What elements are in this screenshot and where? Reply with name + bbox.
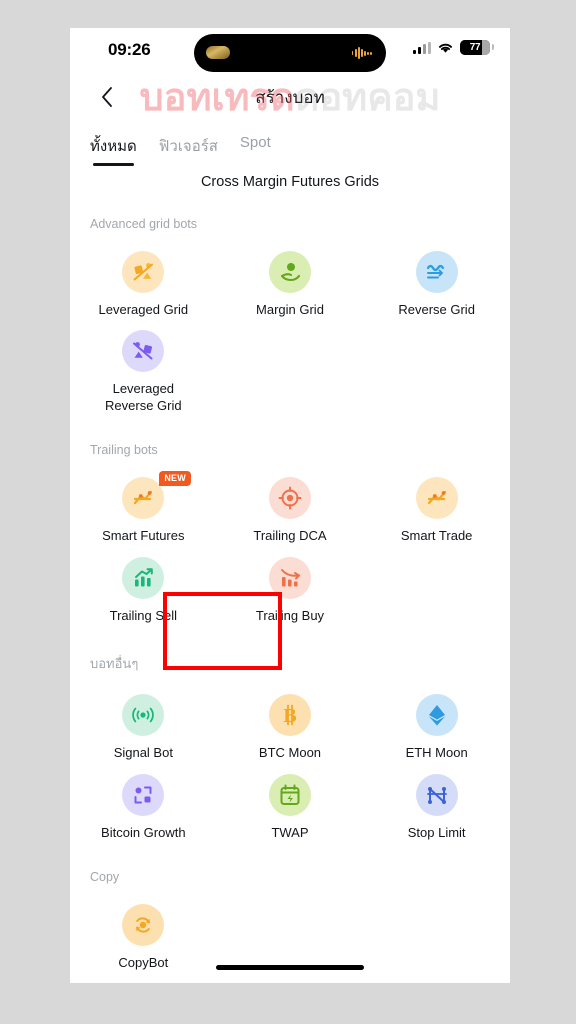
chevron-left-icon [102,87,112,107]
hand-coin-icon [268,250,311,293]
status-time: 09:26 [108,40,151,59]
bitcoin-icon: B [268,694,311,737]
section-label-trailing-bots: Trailing bots [90,443,158,458]
bot-label: Margin Grid [256,301,324,317]
grid-copy: CopyBot [70,884,510,976]
bot-label: ETH Moon [405,745,468,761]
bot-label: Trailing Sell [109,608,178,624]
status-bar: 09:26 77 [70,28,510,74]
section-label-other-bots: บอทอื่นๆ [90,656,139,672]
wave-down-icon [415,250,458,293]
bot-label: Smart Trade [400,528,473,544]
bot-label: Bitcoin Growth [101,824,186,840]
bot-item-trailing-sell[interactable]: Trailing Sell [70,549,217,629]
battery-level: 77 [469,42,481,53]
bot-item-margin-grid[interactable]: Margin Grid [217,243,364,323]
grid-other-bots: Signal Bot B BTC Moon ETH Moon Bitcoin G… [70,674,510,846]
home-indicator[interactable] [216,964,364,970]
bot-item-smart-futures[interactable]: NEW Smart Futures [70,469,217,549]
signal-broadcast-icon [122,694,165,737]
svg-text:B: B [283,705,296,727]
bot-label: Stop Limit [407,824,466,840]
bot-label: Trailing Buy [255,608,325,624]
section-label-advanced-grid-bots: Advanced grid bots [90,216,198,231]
status-indicators: 77 [413,40,494,55]
bot-label: Trailing DCA [253,528,327,544]
tab-spot[interactable]: Spot [240,134,271,160]
bot-label: Smart Futures [102,528,185,544]
new-badge: NEW [159,471,191,486]
bot-item-trailing-buy[interactable]: Trailing Buy [217,549,364,629]
audio-wave-icon [351,47,372,59]
target-icon [268,477,311,520]
bot-label: CopyBot [118,954,169,970]
network-nodes-icon [415,773,458,816]
scale-balance-icon [122,250,165,293]
bot-label: BTC Moon [258,745,322,761]
bot-label: Leveraged Reverse Grid [105,381,182,414]
wifi-icon [438,43,453,53]
bot-item-btc-moon[interactable]: B BTC Moon [217,686,364,766]
bot-label: Signal Bot [113,745,173,761]
grid-trailing-bots: NEW Smart Futures Trailing DCA Smart Tra… [70,457,510,629]
trend-node-icon [122,477,165,520]
tab-bar: ทั้งหมด ฟิวเจอร์ส Spot [70,120,510,167]
scale-balance-icon [122,330,165,373]
back-button[interactable] [90,80,124,114]
bar-chart-down-icon [268,557,311,600]
trend-node-icon [415,477,458,520]
ethereum-icon [415,694,458,737]
copy-refresh-icon [122,903,165,946]
bot-item-smart-trade[interactable]: Smart Trade [363,469,510,549]
bot-item-stop-limit[interactable]: Stop Limit [363,766,510,846]
dynamic-island [194,34,386,72]
bot-item-leveraged-grid[interactable]: Leveraged Grid [70,243,217,323]
bot-label: Reverse Grid [398,301,475,317]
bot-label: Leveraged Grid [98,301,189,317]
bot-label: TWAP [271,824,309,840]
bot-item-signal-bot[interactable]: Signal Bot [70,686,217,766]
phone-screen: 09:26 77 บอทเทรดดอทคอม สร้างบอท ทั้งหมด … [70,28,510,983]
bot-item-eth-moon[interactable]: ETH Moon [363,686,510,766]
dynamic-island-pill-icon [206,46,230,59]
calendar-bolt-icon [268,773,311,816]
bot-item-trailing-dca[interactable]: Trailing DCA [217,469,364,549]
grid-advanced-grid-bots: Leveraged Grid Margin Grid Reverse Grid … [70,231,510,420]
cellular-signal-icon [413,41,431,54]
section-label-copy: Copy [90,869,120,884]
page-title: สร้างบอท [255,87,325,107]
bot-item-bitcoin-growth[interactable]: Bitcoin Growth [70,766,217,846]
nav-bar: สร้างบอท [70,74,510,120]
bar-chart-up-icon [122,557,165,600]
bot-item-copybot[interactable]: CopyBot [70,896,217,976]
battery-icon: 77 [460,40,494,55]
tab-futures[interactable]: ฟิวเจอร์ส [159,134,218,167]
bot-item-reverse-grid[interactable]: Reverse Grid [363,243,510,323]
growth-squares-icon [122,773,165,816]
subtitle: Cross Margin Futures Grids [200,174,380,190]
bot-item-leveraged-reverse-grid[interactable]: Leveraged Reverse Grid [70,322,217,419]
tab-all[interactable]: ทั้งหมด [90,134,137,167]
bot-item-twap[interactable]: TWAP [217,766,364,846]
